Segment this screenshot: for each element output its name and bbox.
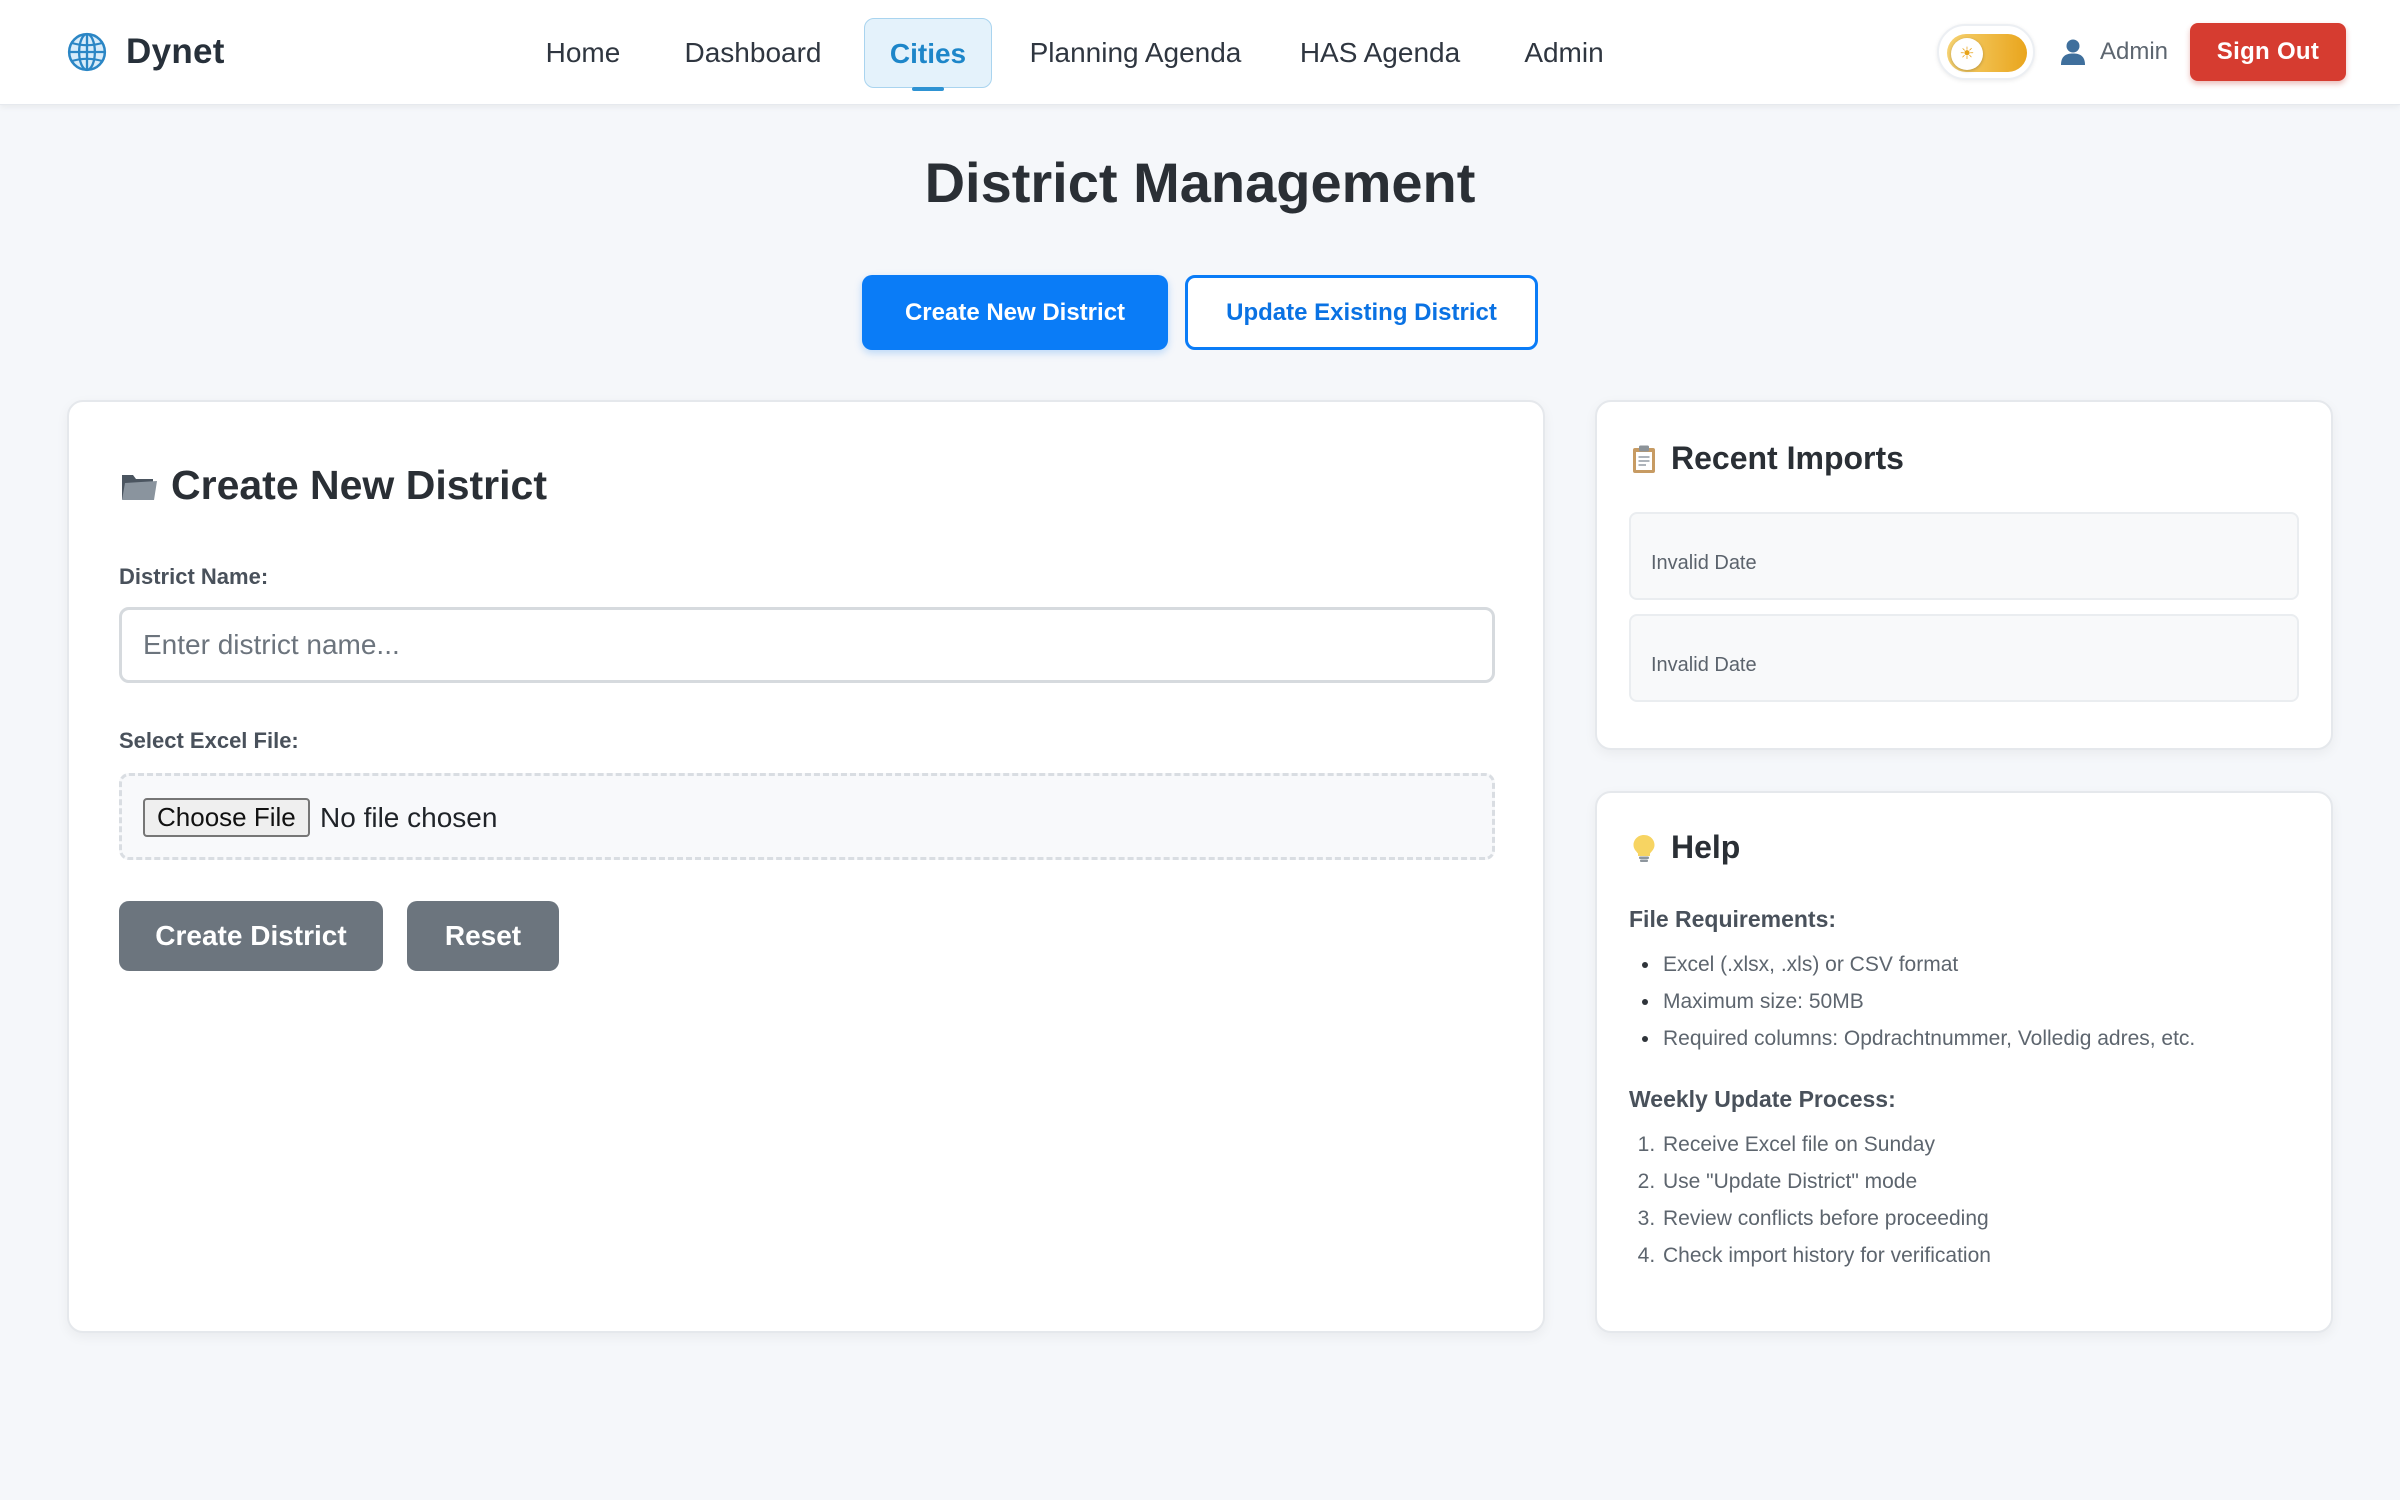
help-heading-text: Help bbox=[1671, 829, 1741, 865]
import-date: Invalid Date bbox=[1651, 552, 1757, 574]
recent-imports-heading: Recent Imports bbox=[1629, 440, 1904, 477]
user-menu[interactable]: Admin bbox=[2060, 34, 2168, 70]
file-status-text: No file chosen bbox=[320, 802, 498, 833]
help-card: Help File Requirements: Excel (.xlsx, .x… bbox=[1595, 791, 2333, 1333]
nav-link-cities[interactable]: Cities bbox=[864, 18, 992, 91]
file-requirements-list: Excel (.xlsx, .xls) or CSV format Maximu… bbox=[1661, 946, 2195, 1057]
file-requirements-title: File Requirements: bbox=[1629, 906, 1837, 932]
create-district-heading-text: Create New District bbox=[171, 462, 547, 508]
list-item: Use "Update District" mode bbox=[1661, 1163, 1991, 1200]
recent-imports-heading-text: Recent Imports bbox=[1671, 440, 1904, 476]
brand-name: Dynet bbox=[126, 32, 225, 71]
create-district-button[interactable]: Create District bbox=[119, 901, 383, 971]
nav-link-has-agenda[interactable]: HAS Agenda bbox=[1290, 18, 1470, 88]
list-item: Receive Excel file on Sunday bbox=[1661, 1126, 1991, 1163]
create-district-card: Create New District District Name: Selec… bbox=[67, 400, 1545, 1333]
excel-file-label: Select Excel File: bbox=[119, 728, 299, 753]
create-district-heading: Create New District bbox=[119, 462, 547, 509]
page-title: District Management bbox=[924, 151, 1476, 214]
help-heading: Help bbox=[1629, 829, 1740, 866]
clipboard-icon bbox=[1633, 445, 1655, 473]
globe-icon bbox=[67, 32, 107, 72]
nav-link-home[interactable]: Home bbox=[523, 18, 643, 88]
sun-icon: ☀ bbox=[1951, 38, 1983, 70]
nav-link-planning-agenda[interactable]: Planning Agenda bbox=[1022, 18, 1249, 88]
brand[interactable]: Dynet bbox=[66, 30, 225, 74]
reset-button[interactable]: Reset bbox=[407, 901, 559, 971]
nav-link-admin[interactable]: Admin bbox=[1508, 18, 1620, 88]
weekly-process-title: Weekly Update Process: bbox=[1629, 1086, 1896, 1112]
folder-icon bbox=[122, 474, 157, 500]
excel-file-input[interactable]: Choose File No file chosen bbox=[119, 773, 1495, 860]
district-name-input[interactable] bbox=[119, 607, 1495, 683]
district-name-label: District Name: bbox=[119, 564, 269, 589]
list-item: Review conflicts before proceeding bbox=[1661, 1200, 1991, 1237]
choose-file-button[interactable]: Choose File bbox=[143, 798, 310, 837]
weekly-process-list: Receive Excel file on Sunday Use "Update… bbox=[1661, 1126, 1991, 1274]
list-item: Excel (.xlsx, .xls) or CSV format bbox=[1661, 946, 2195, 983]
lightbulb-icon bbox=[1633, 834, 1655, 862]
nav-link-dashboard[interactable]: Dashboard bbox=[676, 18, 830, 88]
list-item: Required columns: Opdrachtnummer, Volled… bbox=[1661, 1020, 2195, 1057]
update-existing-district-mode-button[interactable]: Update Existing District bbox=[1185, 275, 1538, 350]
top-navbar: Dynet Home Dashboard Cities Planning Age… bbox=[0, 0, 2400, 105]
theme-toggle[interactable]: ☀ bbox=[1937, 24, 2035, 80]
recent-imports-card: Recent Imports Invalid Date Invalid Date bbox=[1595, 400, 2333, 750]
import-date: Invalid Date bbox=[1651, 654, 1757, 676]
user-name: Admin bbox=[2100, 38, 2169, 65]
sign-out-button[interactable]: Sign Out bbox=[2190, 23, 2346, 81]
create-new-district-mode-button[interactable]: Create New District bbox=[862, 275, 1168, 350]
import-item[interactable]: Invalid Date bbox=[1629, 614, 2299, 702]
user-icon bbox=[2061, 39, 2085, 65]
import-item[interactable]: Invalid Date bbox=[1629, 512, 2299, 600]
list-item: Check import history for verification bbox=[1661, 1237, 1991, 1274]
list-item: Maximum size: 50MB bbox=[1661, 983, 2195, 1020]
